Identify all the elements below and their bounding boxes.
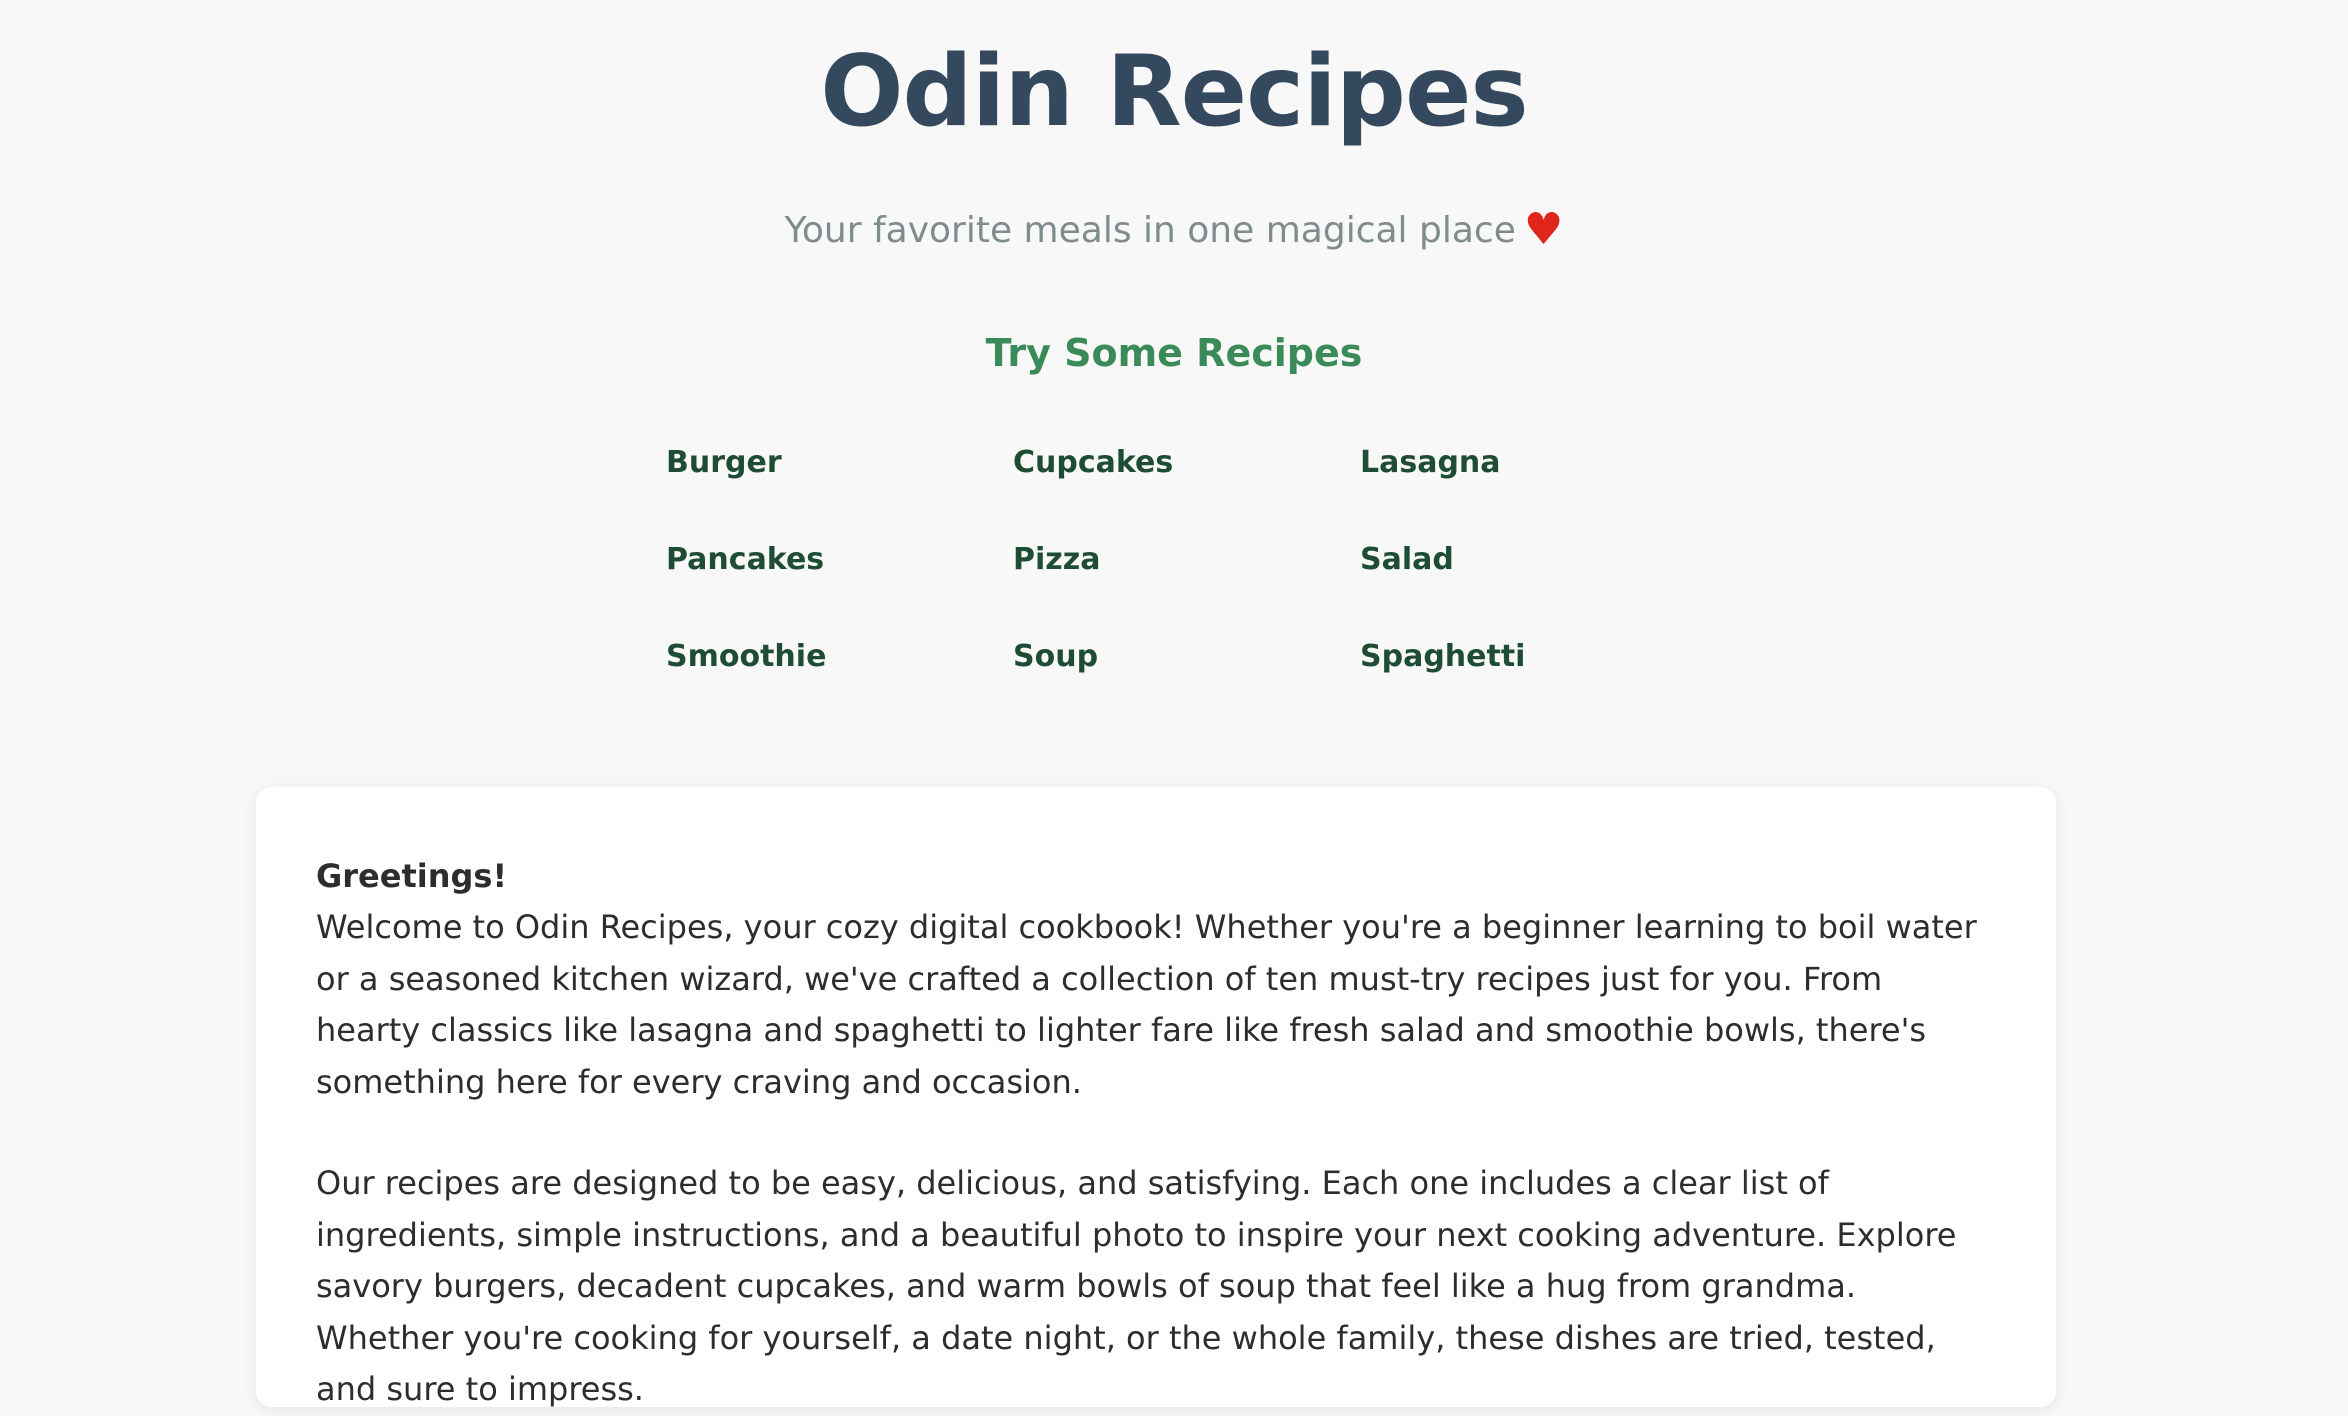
recipe-item-salad: Salad: [1360, 537, 1707, 634]
recipe-item-burger: Burger: [666, 440, 1013, 537]
intro-card: Greetings! Welcome to Odin Recipes, your…: [256, 787, 2056, 1408]
tagline-text: Your favorite meals in one magical place: [784, 210, 1516, 251]
intro-paragraph: Welcome to Odin Recipes, your cozy digit…: [316, 908, 1977, 1101]
recipe-item-cupcakes: Cupcakes: [1013, 440, 1360, 537]
site-title: Odin Recipes: [820, 35, 1529, 149]
recipes-heading: Try Some Recipes: [985, 331, 1363, 375]
recipe-item-smoothie: Smoothie: [666, 634, 1013, 731]
recipe-item-lasagna: Lasagna: [1360, 440, 1707, 537]
recipe-link-spaghetti[interactable]: Spaghetti: [1360, 639, 1525, 674]
heart-icon: ♥: [1523, 204, 1564, 255]
intro-paragraph: Our recipes are designed to be easy, del…: [316, 1164, 1957, 1408]
recipe-item-pancakes: Pancakes: [666, 537, 1013, 634]
recipe-list: Burger Cupcakes Lasagna Pancakes Pizza S…: [666, 440, 1706, 731]
recipe-link-salad[interactable]: Salad: [1360, 542, 1454, 577]
recipe-link-burger[interactable]: Burger: [666, 445, 782, 480]
recipe-link-soup[interactable]: Soup: [1013, 639, 1098, 674]
recipe-link-pancakes[interactable]: Pancakes: [666, 542, 824, 577]
recipe-link-cupcakes[interactable]: Cupcakes: [1013, 445, 1173, 480]
recipe-link-smoothie[interactable]: Smoothie: [666, 639, 826, 674]
recipe-item-pizza: Pizza: [1013, 537, 1360, 634]
recipe-link-pizza[interactable]: Pizza: [1013, 542, 1100, 577]
recipe-item-spaghetti: Spaghetti: [1360, 634, 1707, 731]
recipe-link-lasagna[interactable]: Lasagna: [1360, 445, 1501, 480]
greeting: Greetings!: [316, 857, 508, 895]
recipe-item-soup: Soup: [1013, 634, 1360, 731]
tagline: Your favorite meals in one magical place…: [0, 200, 2348, 261]
